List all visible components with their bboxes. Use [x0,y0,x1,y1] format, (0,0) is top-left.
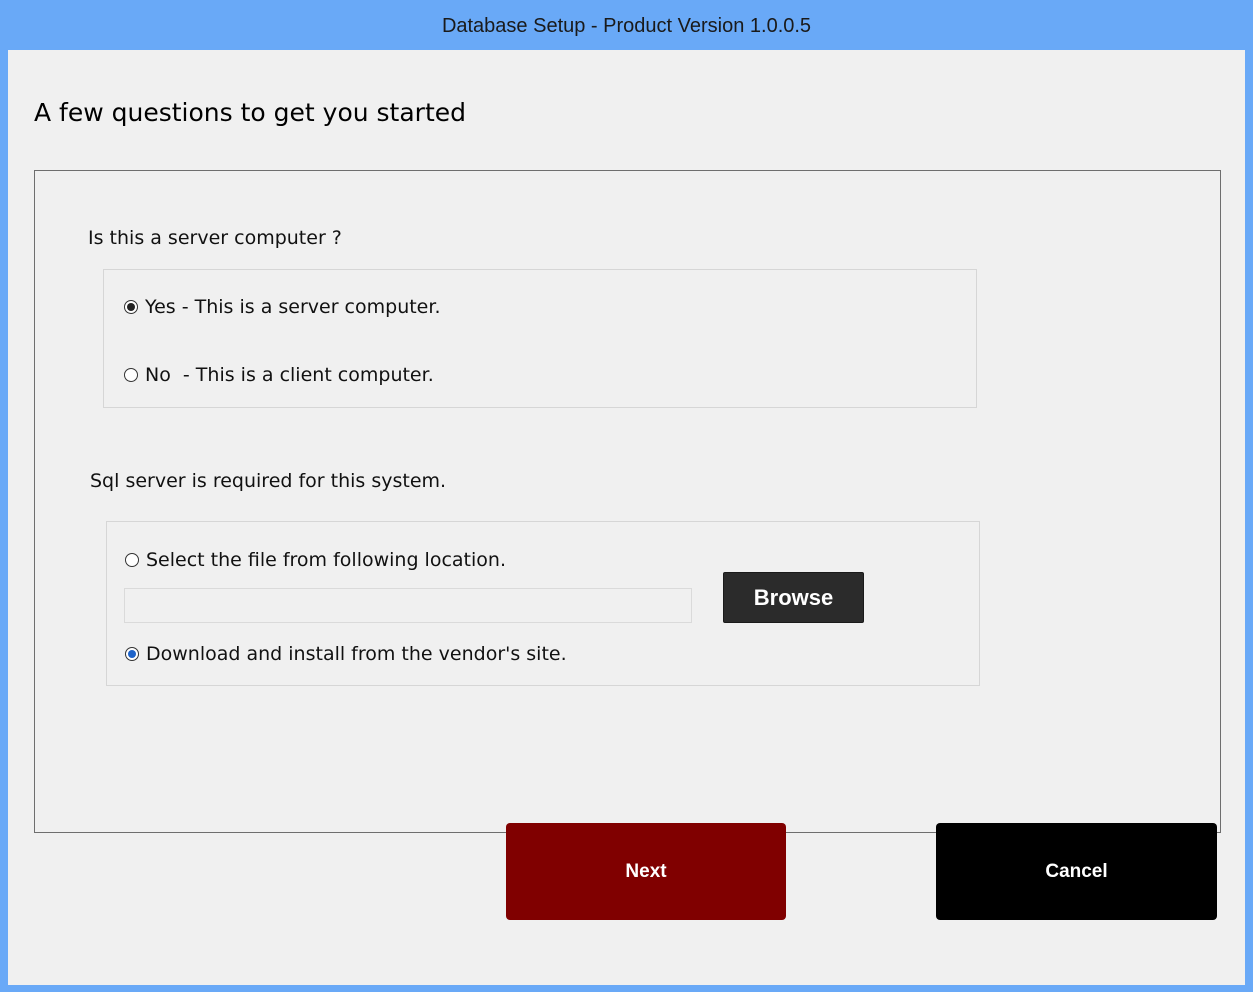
radio-select-file-indicator[interactable] [125,553,139,567]
server-question-label: Is this a server computer ? [88,227,342,249]
radio-select-file[interactable]: Select the file from following location. [125,549,506,571]
page-heading: A few questions to get you started [34,98,467,127]
radio-server-yes-indicator[interactable] [124,300,138,314]
window-title: Database Setup - Product Version 1.0.0.5 [441,15,812,37]
server-radio-group: Yes - This is a server computer. No - Th… [103,269,977,408]
radio-server-no-indicator[interactable] [124,368,138,382]
radio-server-no-label: No - This is a client computer. [145,364,434,386]
radio-download-vendor[interactable]: Download and install from the vendor's s… [125,643,567,665]
file-path-input[interactable] [124,588,692,623]
sql-question-label: Sql server is required for this system. [90,470,447,492]
radio-server-no[interactable]: No - This is a client computer. [124,364,434,386]
radio-download-vendor-indicator[interactable] [125,647,139,661]
radio-select-file-label: Select the file from following location. [146,549,506,571]
setup-window: Database Setup - Product Version 1.0.0.5… [0,0,1253,992]
cancel-button[interactable]: Cancel [936,823,1217,920]
radio-server-yes-label: Yes - This is a server computer. [145,296,441,318]
next-button[interactable]: Next [506,823,786,920]
radio-download-vendor-label: Download and install from the vendor's s… [146,643,567,665]
radio-server-yes[interactable]: Yes - This is a server computer. [124,296,440,318]
sql-radio-group: Select the file from following location.… [106,521,980,686]
browse-button[interactable]: Browse [723,572,864,623]
questions-panel: Is this a server computer ? Yes - This i… [34,170,1221,833]
